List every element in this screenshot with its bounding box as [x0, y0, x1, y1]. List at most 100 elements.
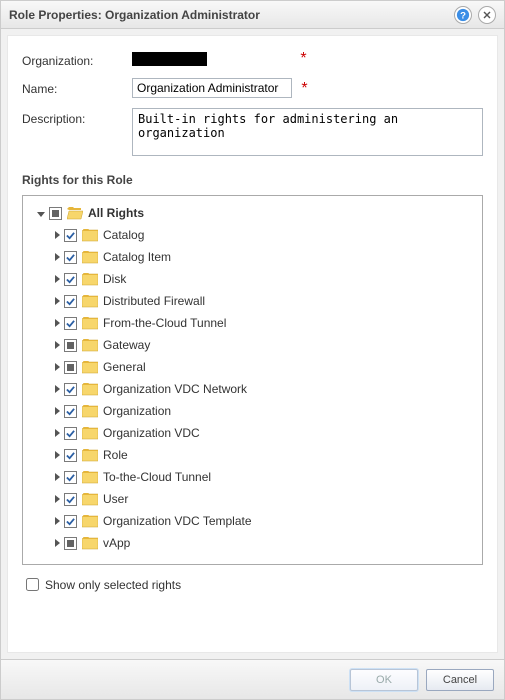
expander-icon[interactable]: [55, 297, 60, 305]
tree-node-label: Catalog: [103, 228, 144, 242]
checkbox[interactable]: [64, 493, 77, 506]
svg-text:?: ?: [460, 10, 466, 21]
checkbox[interactable]: [64, 471, 77, 484]
show-only-selected-checkbox[interactable]: [26, 578, 39, 591]
folder-icon: [82, 361, 98, 374]
tree-node-label: To-the-Cloud Tunnel: [103, 470, 211, 484]
expander-icon[interactable]: [55, 275, 60, 283]
name-label: Name:: [22, 78, 132, 96]
tree-node-label: vApp: [103, 536, 130, 550]
folder-icon: [82, 273, 98, 286]
description-textarea[interactable]: [132, 108, 483, 156]
checkbox-all-rights[interactable]: [49, 207, 62, 220]
dialog-title: Role Properties: Organization Administra…: [9, 8, 448, 22]
expander-icon[interactable]: [55, 539, 60, 547]
tree-row[interactable]: Distributed Firewall: [33, 290, 478, 312]
tree-root-label: All Rights: [88, 206, 144, 220]
expander-icon[interactable]: [37, 212, 45, 217]
tree-row[interactable]: vApp: [33, 532, 478, 554]
tree-row[interactable]: To-the-Cloud Tunnel: [33, 466, 478, 488]
show-only-selected-row: Show only selected rights: [22, 575, 483, 594]
folder-icon: [82, 339, 98, 352]
expander-icon[interactable]: [55, 231, 60, 239]
checkbox[interactable]: [64, 449, 77, 462]
checkbox[interactable]: [64, 339, 77, 352]
rights-section-header: Rights for this Role: [22, 173, 483, 187]
expander-icon[interactable]: [55, 495, 60, 503]
checkbox[interactable]: [64, 383, 77, 396]
tree-node-label: From-the-Cloud Tunnel: [103, 316, 226, 330]
expander-icon[interactable]: [55, 363, 60, 371]
tree-row[interactable]: Gateway: [33, 334, 478, 356]
tree-row[interactable]: From-the-Cloud Tunnel: [33, 312, 478, 334]
tree-node-label: Organization VDC: [103, 426, 200, 440]
organization-value: [132, 52, 207, 66]
folder-icon: [82, 449, 98, 462]
expander-icon[interactable]: [55, 451, 60, 459]
tree-node-label: Role: [103, 448, 128, 462]
tree-row[interactable]: Organization: [33, 400, 478, 422]
checkbox[interactable]: [64, 273, 77, 286]
expander-icon[interactable]: [55, 473, 60, 481]
tree-node-label: Distributed Firewall: [103, 294, 205, 308]
checkbox[interactable]: [64, 295, 77, 308]
tree-node-label: Disk: [103, 272, 126, 286]
expander-icon[interactable]: [55, 517, 60, 525]
help-icon[interactable]: ?: [454, 6, 472, 24]
tree-root-row[interactable]: All Rights: [33, 202, 478, 224]
required-asterisk: *: [300, 50, 306, 67]
expander-icon[interactable]: [55, 407, 60, 415]
tree-row[interactable]: Disk: [33, 268, 478, 290]
rights-tree: All Rights Catalog Catalog Item Disk Distri…: [22, 195, 483, 565]
titlebar: Role Properties: Organization Administra…: [1, 1, 504, 29]
dialog-content: Organization: * Name: * Description: Rig…: [7, 35, 498, 653]
expander-icon[interactable]: [55, 341, 60, 349]
tree-row[interactable]: User: [33, 488, 478, 510]
folder-icon: [82, 383, 98, 396]
ok-button[interactable]: OK: [350, 669, 418, 691]
checkbox[interactable]: [64, 229, 77, 242]
checkbox[interactable]: [64, 317, 77, 330]
checkbox[interactable]: [64, 405, 77, 418]
folder-icon: [82, 295, 98, 308]
tree-row[interactable]: Organization VDC: [33, 422, 478, 444]
checkbox[interactable]: [64, 427, 77, 440]
tree-row[interactable]: General: [33, 356, 478, 378]
tree-node-label: Gateway: [103, 338, 150, 352]
cancel-button[interactable]: Cancel: [426, 669, 494, 691]
checkbox[interactable]: [64, 515, 77, 528]
organization-label: Organization:: [22, 50, 132, 68]
row-name: Name: *: [22, 78, 483, 98]
checkbox[interactable]: [64, 361, 77, 374]
folder-icon: [82, 537, 98, 550]
row-description: Description:: [22, 108, 483, 159]
tree-row[interactable]: Catalog Item: [33, 246, 478, 268]
tree-row[interactable]: Organization VDC Network: [33, 378, 478, 400]
tree-node-label: Organization: [103, 404, 171, 418]
tree-node-label: Catalog Item: [103, 250, 171, 264]
name-input[interactable]: [132, 78, 292, 98]
expander-icon[interactable]: [55, 429, 60, 437]
folder-open-icon: [67, 207, 83, 220]
expander-icon[interactable]: [55, 385, 60, 393]
tree-row[interactable]: Organization VDC Template: [33, 510, 478, 532]
tree-node-label: User: [103, 492, 128, 506]
folder-icon: [82, 515, 98, 528]
close-icon[interactable]: [478, 6, 496, 24]
expander-icon[interactable]: [55, 319, 60, 327]
expander-icon[interactable]: [55, 253, 60, 261]
folder-icon: [82, 229, 98, 242]
folder-icon: [82, 427, 98, 440]
show-only-selected-label[interactable]: Show only selected rights: [45, 578, 181, 592]
folder-icon: [82, 405, 98, 418]
tree-row[interactable]: Catalog: [33, 224, 478, 246]
checkbox[interactable]: [64, 537, 77, 550]
folder-icon: [82, 493, 98, 506]
checkbox[interactable]: [64, 251, 77, 264]
tree-row[interactable]: Role: [33, 444, 478, 466]
folder-icon: [82, 317, 98, 330]
description-label: Description:: [22, 108, 132, 126]
folder-icon: [82, 471, 98, 484]
required-asterisk: *: [301, 80, 307, 97]
tree-node-label: General: [103, 360, 146, 374]
